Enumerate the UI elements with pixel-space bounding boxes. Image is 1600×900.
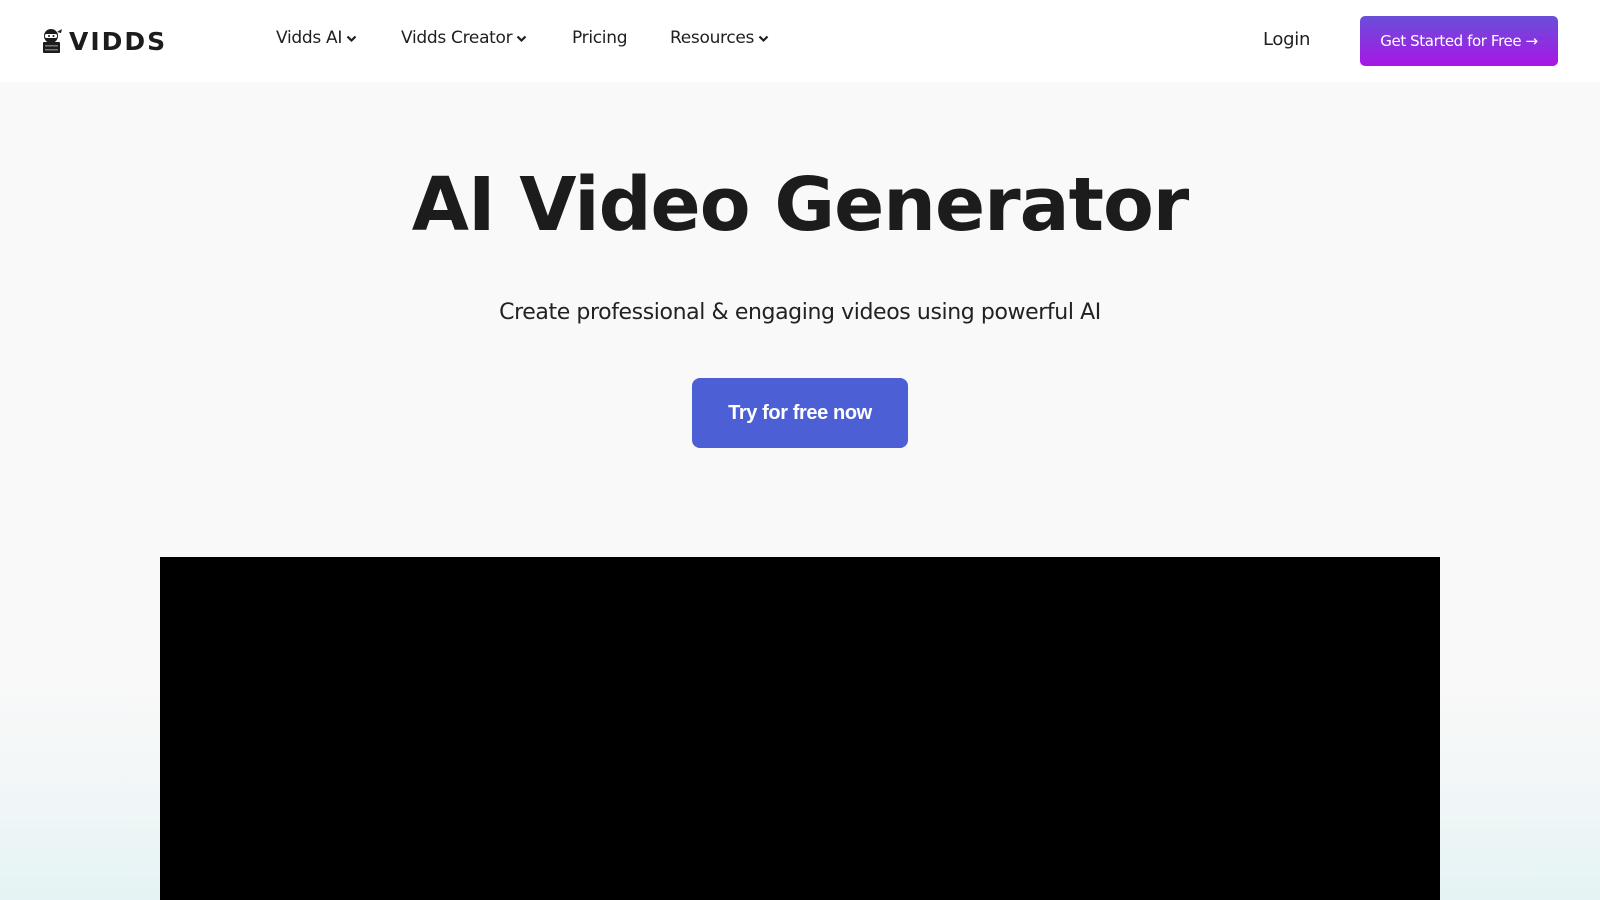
chevron-down-icon [758, 35, 769, 42]
logo[interactable]: VIDDS [41, 26, 167, 56]
nav-label: Resources [670, 28, 755, 48]
ninja-mascot-icon [43, 29, 62, 53]
hero-subtitle: Create professional & engaging videos us… [499, 300, 1101, 325]
chevron-down-icon [517, 35, 527, 42]
page-title: AI Video Generator [411, 162, 1190, 248]
nav-pricing[interactable]: Pricing [572, 28, 628, 48]
nav-label: Vidds Creator [401, 28, 513, 48]
nav-vidds-ai[interactable]: Vidds AI [276, 28, 357, 48]
get-started-button[interactable]: Get Started for Free → [1360, 16, 1558, 66]
nav-label: Pricing [572, 28, 628, 48]
video-player[interactable] [160, 557, 1440, 900]
chevron-down-icon [346, 35, 357, 42]
login-link[interactable]: Login [1263, 29, 1310, 50]
site-header: VIDDS Vidds AI Vidds Creator Pricing Res… [0, 0, 1600, 82]
logo-text: VIDDS [69, 26, 168, 56]
try-for-free-button[interactable]: Try for free now [692, 378, 908, 448]
nav-label: Vidds AI [276, 28, 343, 48]
nav-resources[interactable]: Resources [670, 28, 769, 48]
nav-vidds-creator[interactable]: Vidds Creator [401, 28, 527, 48]
